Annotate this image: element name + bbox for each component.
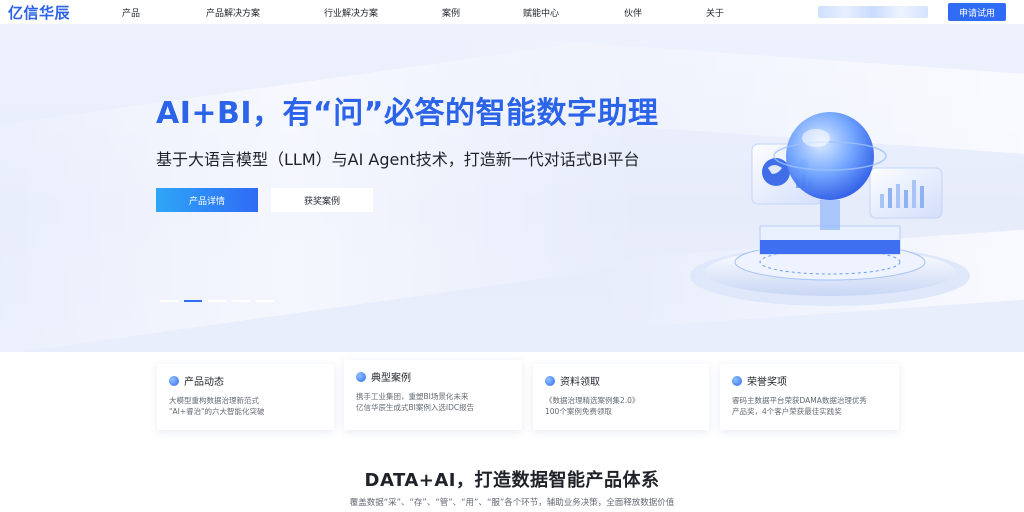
- nav-item-product-solutions[interactable]: 产品解决方案: [206, 6, 260, 19]
- card-product-news[interactable]: 产品动态 大模型重构数据治理新范式 "AI+睿治"的六大智能化突破: [157, 364, 334, 430]
- card-awards[interactable]: 荣誉奖项 睿码主数据平台荣获DAMA数据治理优秀 产品奖，4个客户荣获最佳实践奖: [720, 364, 899, 430]
- card-typical-cases[interactable]: 典型案例 携手工业集团，重塑BI场景化未来 亿信华辰生成式BI案例入选IDC报告: [344, 360, 522, 430]
- card-title: 荣誉奖项: [747, 377, 787, 388]
- ai-assistant-illustration: [690, 112, 970, 306]
- card-line: 亿信华辰生成式BI案例入选IDC报告: [356, 403, 475, 412]
- nav-item-partners[interactable]: 伙伴: [624, 6, 642, 19]
- apply-trial-button[interactable]: 申请试用: [948, 3, 1006, 21]
- nav-item-products[interactable]: 产品: [122, 6, 140, 19]
- carousel-dot[interactable]: [232, 300, 250, 302]
- section-subtitle: 覆盖数据“采”、“存”、“管”、“用”、“服”各个环节，辅助业务决策，全面释放数…: [349, 498, 675, 508]
- product-news-icon: [169, 375, 179, 386]
- section-title: DATA+AI，打造数据智能产品体系: [364, 470, 660, 491]
- server-block-band: [760, 240, 900, 254]
- brand-logo[interactable]: 亿信华辰: [8, 2, 70, 23]
- card-line: 携手工业集团，重塑BI场景化未来: [356, 392, 469, 401]
- carousel-dot[interactable]: [208, 300, 226, 302]
- hero-banner: AI+BI，有“问”必答的智能数字助理 基于大语言模型（LLM）与AI Agen…: [0, 24, 1024, 352]
- card-title: 典型案例: [371, 373, 411, 384]
- card-line: 产品奖，4个客户荣获最佳实践奖: [732, 407, 842, 416]
- carousel-dot[interactable]: [256, 300, 274, 302]
- product-details-button[interactable]: 产品详情: [156, 188, 258, 212]
- card-title: 资料领取: [560, 377, 600, 388]
- card-line: 睿码主数据平台荣获DAMA数据治理优秀: [732, 396, 867, 405]
- card-title: 产品动态: [184, 377, 224, 388]
- materials-icon: [545, 375, 555, 386]
- nav-item-industry-solutions[interactable]: 行业解决方案: [324, 6, 378, 19]
- nav-item-cases[interactable]: 案例: [442, 6, 460, 19]
- nav-item-enablement-center[interactable]: 赋能中心: [523, 6, 559, 19]
- card-materials[interactable]: 资料领取 《数据治理精选案例集2.0》 100个案例免费领取: [533, 364, 709, 430]
- blurred-contact-info: [818, 6, 928, 18]
- card-line: 100个案例免费领取: [545, 407, 612, 416]
- card-line: 大模型重构数据治理新范式: [169, 396, 259, 405]
- carousel-indicators: [160, 300, 274, 302]
- award-icon: [732, 375, 742, 386]
- case-icon: [356, 371, 366, 382]
- top-nav: 亿信华辰 产品 产品解决方案 行业解决方案 案例 赋能中心 伙伴 关于 申请试用: [0, 0, 1024, 24]
- carousel-dot[interactable]: [160, 300, 178, 302]
- carousel-dot-active[interactable]: [184, 300, 202, 302]
- ai-sphere: [786, 112, 874, 200]
- card-line: 《数据治理精选案例集2.0》: [545, 396, 640, 405]
- hero-title: AI+BI，有“问”必答的智能数字助理: [156, 96, 659, 131]
- award-cases-button[interactable]: 获奖案例: [271, 188, 373, 212]
- nav-item-about[interactable]: 关于: [706, 6, 724, 19]
- card-line: "AI+睿治"的六大智能化突破: [169, 407, 265, 416]
- info-cards: 产品动态 大模型重构数据治理新范式 "AI+睿治"的六大智能化突破 典型案例 携…: [157, 360, 899, 434]
- hero-subtitle: 基于大语言模型（LLM）与AI Agent技术，打造新一代对话式BI平台: [156, 150, 640, 169]
- sphere-stand: [820, 200, 840, 230]
